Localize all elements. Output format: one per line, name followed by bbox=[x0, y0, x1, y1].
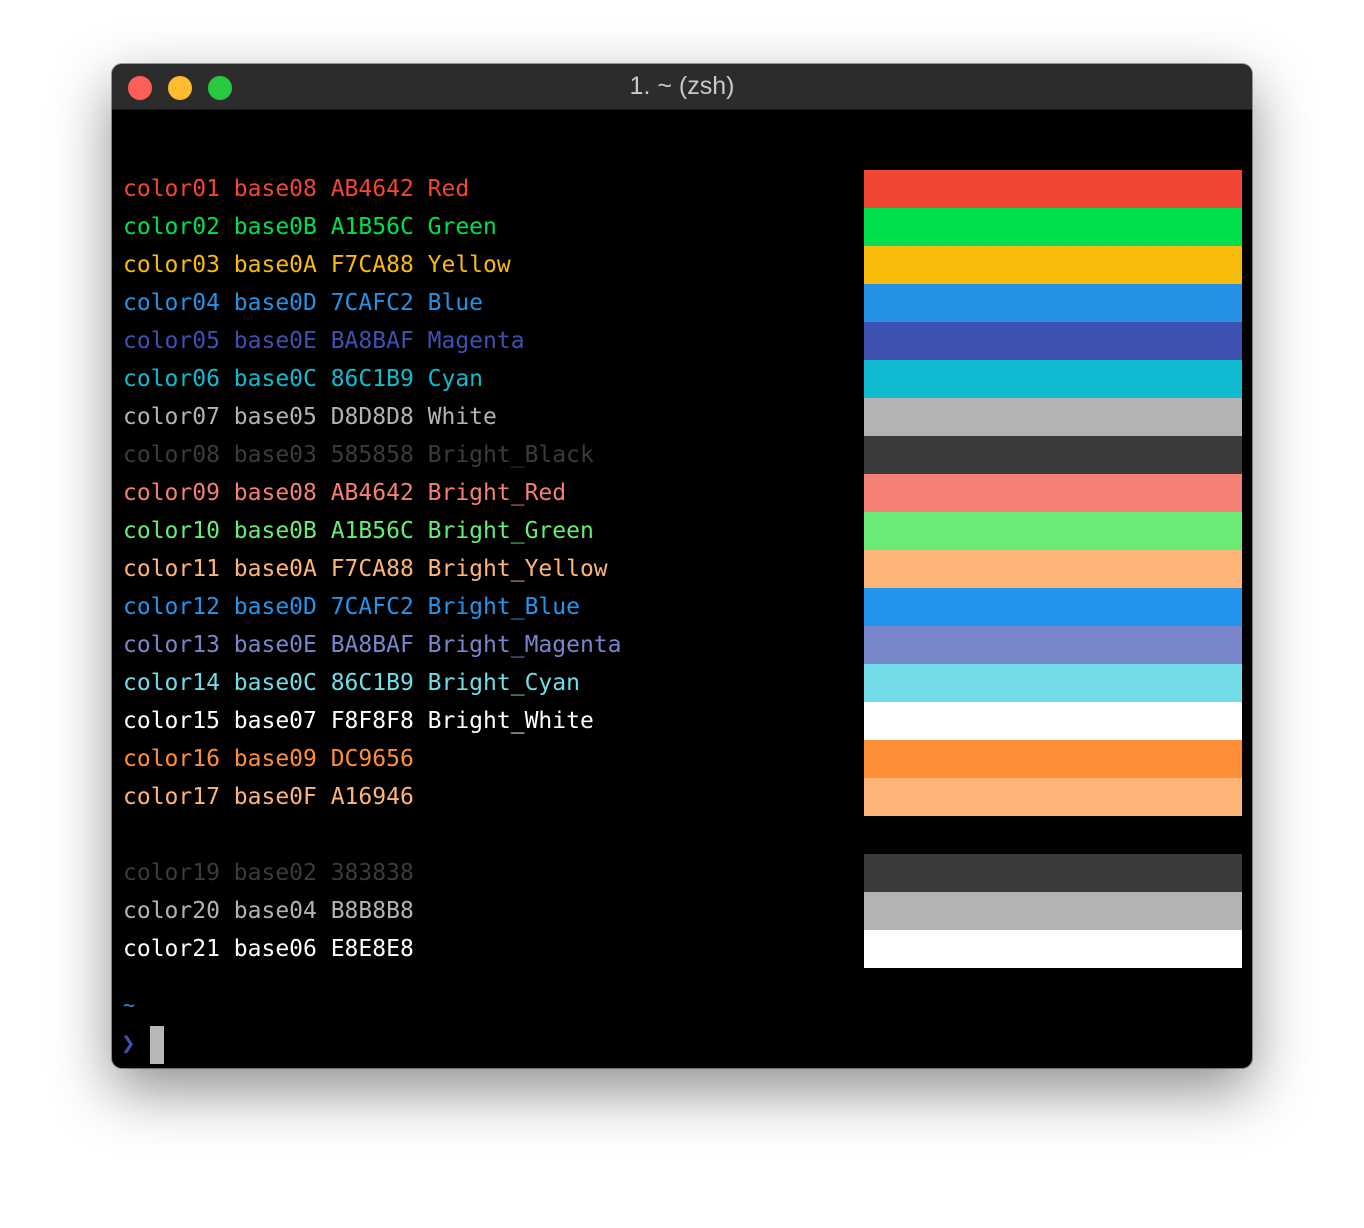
color-row-label: color16 base09 DC9656 bbox=[123, 746, 414, 772]
color-swatch bbox=[864, 436, 1242, 474]
color-row-label: color19 base02 383838 bbox=[123, 860, 414, 886]
color-row-label: color13 base0E BA8BAF Bright_Magenta bbox=[123, 632, 622, 658]
color-row-label: color11 base0A F7CA88 Bright_Yellow bbox=[123, 556, 608, 582]
terminal-window: 1. ~ (zsh) ~ ❯ color01 base08 AB4642 Red… bbox=[112, 64, 1252, 1068]
color-swatch bbox=[864, 664, 1242, 702]
color-swatch bbox=[864, 360, 1242, 398]
color-swatch bbox=[864, 892, 1242, 930]
color-swatch bbox=[864, 854, 1242, 892]
color-row-label: color14 base0C 86C1B9 Bright_Cyan bbox=[123, 670, 580, 696]
color-swatch bbox=[864, 550, 1242, 588]
color-swatch bbox=[864, 778, 1242, 816]
color-swatch bbox=[864, 398, 1242, 436]
color-swatch bbox=[864, 322, 1242, 360]
color-row-label: color08 base03 585858 Bright_Black bbox=[123, 442, 594, 468]
color-row-label: color12 base0D 7CAFC2 Bright_Blue bbox=[123, 594, 580, 620]
color-row-label: color04 base0D 7CAFC2 Blue bbox=[123, 290, 484, 316]
color-swatch bbox=[864, 284, 1242, 322]
color-row-label: color10 base0B A1B56C Bright_Green bbox=[123, 518, 594, 544]
color-row-label: color07 base05 D8D8D8 White bbox=[123, 404, 497, 430]
color-swatch bbox=[864, 740, 1242, 778]
color-row-label: color06 base0C 86C1B9 Cyan bbox=[123, 366, 484, 392]
color-row-label: color02 base0B A1B56C Green bbox=[123, 214, 497, 240]
color-row-label: color17 base0F A16946 bbox=[123, 784, 414, 810]
color-swatch bbox=[864, 588, 1242, 626]
color-row-label: color09 base08 AB4642 Bright_Red bbox=[123, 480, 567, 506]
color-row-label: color05 base0E BA8BAF Magenta bbox=[123, 328, 525, 354]
title-bar: 1. ~ (zsh) bbox=[112, 64, 1252, 110]
color-row-label: color21 base06 E8E8E8 bbox=[123, 936, 414, 962]
terminal-content[interactable]: ~ ❯ color01 base08 AB4642 Red color02 bas… bbox=[112, 110, 1252, 1068]
color-swatch bbox=[864, 474, 1242, 512]
prompt-symbol: ❯ bbox=[121, 1029, 136, 1057]
color-swatch bbox=[864, 246, 1242, 284]
prompt-directory: ~ bbox=[123, 993, 136, 1017]
color-swatch bbox=[864, 702, 1242, 740]
color-swatch bbox=[864, 626, 1242, 664]
color-swatch bbox=[864, 170, 1242, 208]
color-row-label: color01 base08 AB4642 Red bbox=[123, 176, 470, 202]
color-row-label: color03 base0A F7CA88 Yellow bbox=[123, 252, 511, 278]
color-row-label: color20 base04 B8B8B8 bbox=[123, 898, 414, 924]
window-title: 1. ~ (zsh) bbox=[629, 72, 735, 100]
color-swatch bbox=[864, 208, 1242, 246]
text-cursor bbox=[150, 1026, 164, 1064]
color-swatch bbox=[864, 512, 1242, 550]
color-swatch bbox=[864, 930, 1242, 968]
color-row-label: color15 base07 F8F8F8 Bright_White bbox=[123, 708, 594, 734]
